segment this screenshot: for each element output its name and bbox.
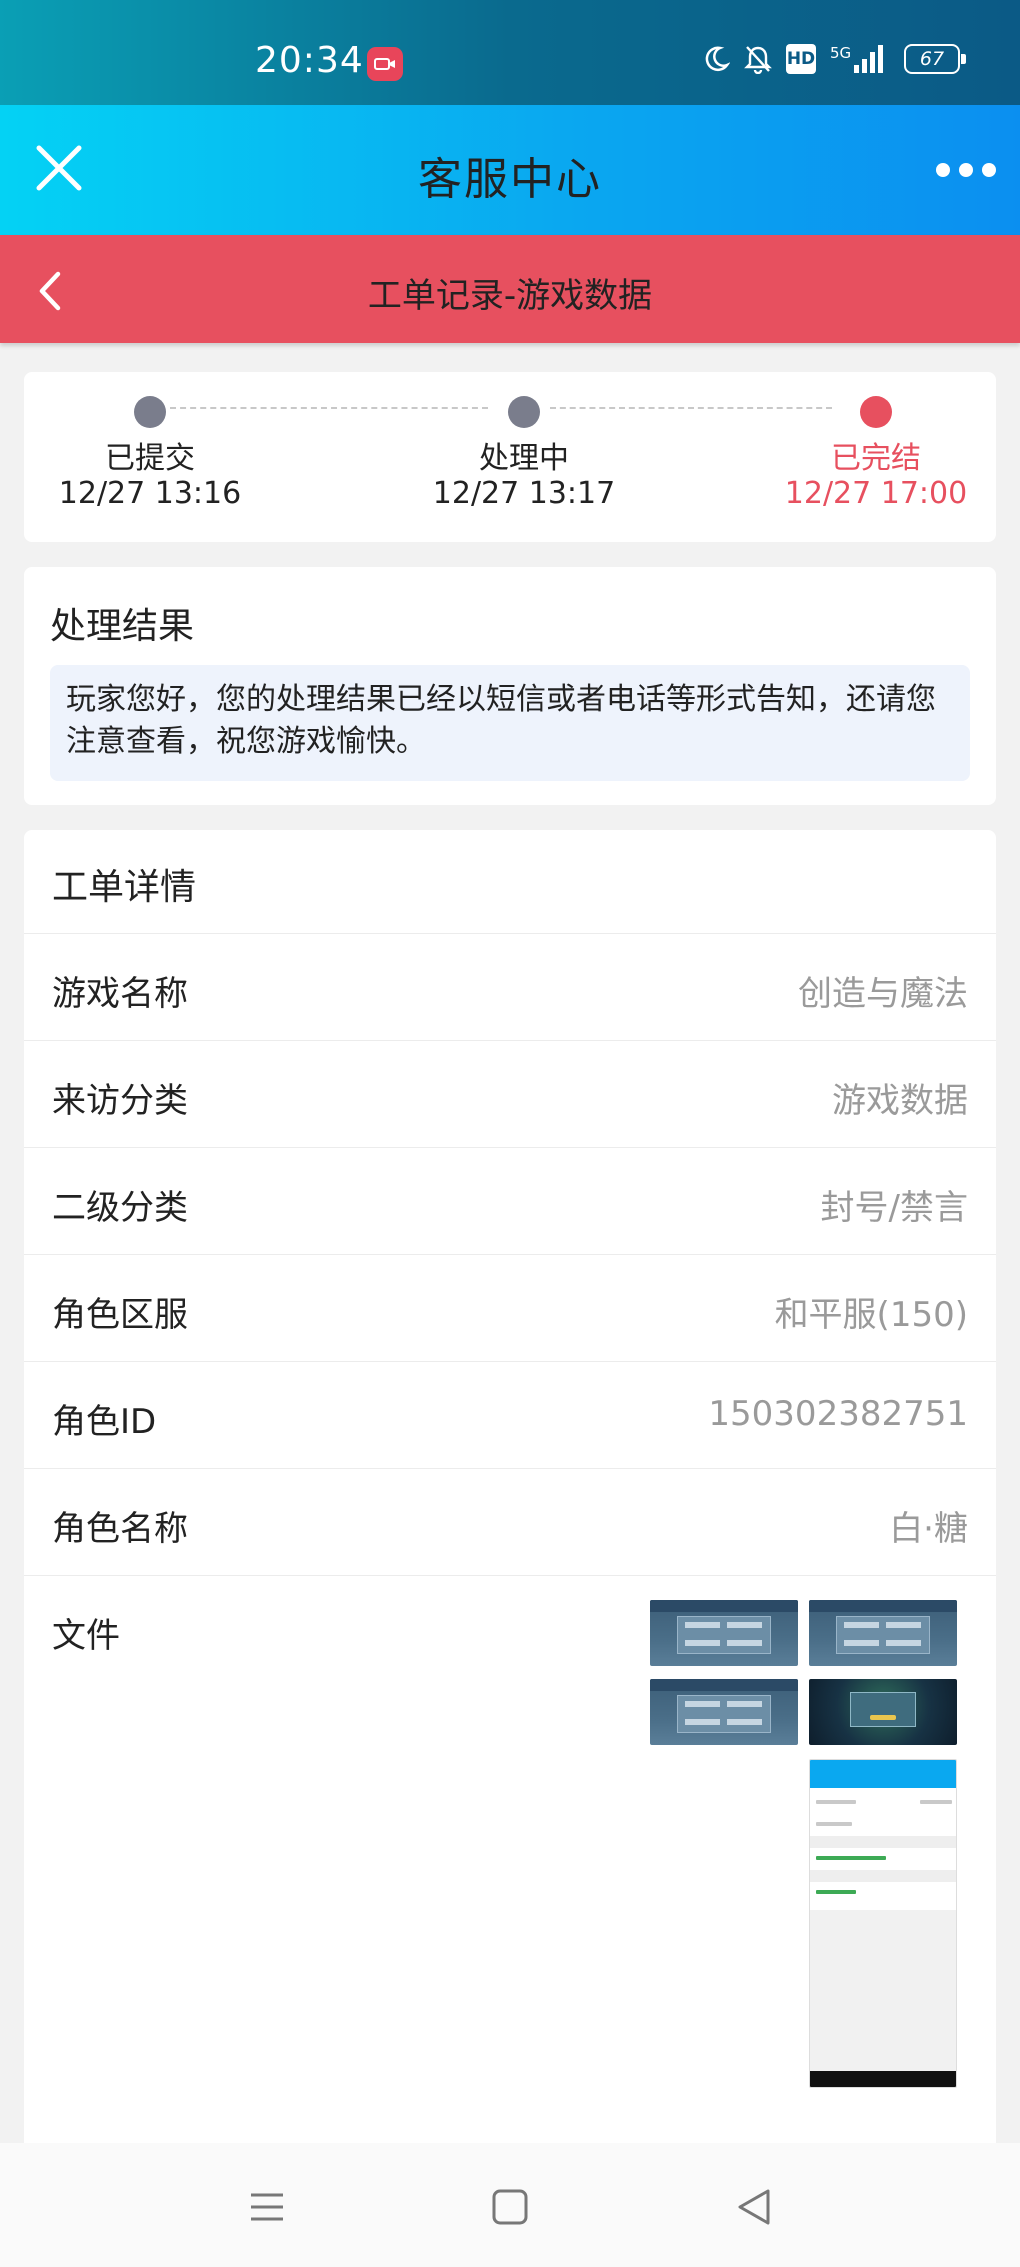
page-title: 客服中心 <box>418 154 602 205</box>
detail-key: 角色ID <box>52 1402 157 1442</box>
status-icons: HD 5G 67 <box>704 44 966 74</box>
file-thumbnail[interactable] <box>809 1600 957 1666</box>
detail-key: 来访分类 <box>52 1081 188 1121</box>
signal-5g-icon: 5G <box>830 44 890 74</box>
progress-card: 已提交 12/27 13:16 处理中 12/27 13:17 已完结 12/2… <box>24 372 996 542</box>
detail-value: 游戏数据 <box>832 1081 968 1121</box>
step-dot <box>860 396 892 428</box>
detail-title: 工单详情 <box>52 867 197 908</box>
step-dot <box>134 396 166 428</box>
result-title: 处理结果 <box>50 606 195 647</box>
progress-step-completed: 已完结 12/27 17:00 <box>756 396 996 512</box>
detail-key: 文件 <box>52 1616 120 1656</box>
battery-icon: 67 <box>904 44 966 74</box>
detail-key: 二级分类 <box>52 1188 188 1228</box>
detail-value: 和平服(150) <box>774 1295 968 1335</box>
file-thumbnail[interactable] <box>650 1679 798 1745</box>
file-thumbnail[interactable] <box>650 1600 798 1666</box>
detail-key: 角色名称 <box>52 1509 188 1549</box>
detail-key: 角色区服 <box>52 1295 188 1335</box>
back-icon[interactable] <box>732 2185 776 2229</box>
step-label: 已提交 <box>105 441 195 476</box>
detail-value: 150302382751 <box>708 1394 968 1434</box>
detail-key: 游戏名称 <box>52 974 188 1014</box>
home-icon[interactable] <box>488 2185 532 2229</box>
file-thumbnail[interactable] <box>809 1759 957 2088</box>
step-dot <box>508 396 540 428</box>
detail-row-game-name: 游戏名称 创造与魔法 <box>24 933 996 1040</box>
step-time: 12/27 13:16 <box>58 476 242 511</box>
bell-mute-icon <box>744 44 772 74</box>
status-bar: 20:34 HD 5G 67 <box>0 0 1020 105</box>
progress-step-processing: 处理中 12/27 13:17 <box>404 396 644 512</box>
network-label: 5G <box>830 44 851 62</box>
detail-row-role-id: 角色ID 150302382751 <box>24 1361 996 1468</box>
more-dot <box>936 163 950 177</box>
step-time: 12/27 13:17 <box>432 476 616 511</box>
menu-icon[interactable] <box>245 2185 289 2229</box>
progress-step-submitted: 已提交 12/27 13:16 <box>30 396 270 512</box>
step-time: 12/27 17:00 <box>784 476 968 511</box>
hd-icon: HD <box>786 44 816 74</box>
step-label: 已完结 <box>831 441 921 476</box>
file-thumbnail[interactable] <box>809 1679 957 1745</box>
battery-level: 67 <box>919 48 945 70</box>
moon-icon <box>704 44 730 74</box>
detail-card: 工单详情 游戏名称 创造与魔法 来访分类 游戏数据 二级分类 封号/禁言 角色区… <box>24 830 996 2150</box>
status-time: 20:34 <box>255 40 364 81</box>
more-dot <box>959 163 973 177</box>
detail-row-role-name: 角色名称 白·糖 <box>24 1468 996 1575</box>
more-icon[interactable] <box>936 160 996 180</box>
detail-value: 创造与魔法 <box>798 974 968 1014</box>
detail-value: 白·糖 <box>889 1509 968 1549</box>
detail-row-server: 角色区服 和平服(150) <box>24 1254 996 1361</box>
detail-row-files: 文件 <box>24 1575 996 2145</box>
sub-header-title: 工单记录-游戏数据 <box>367 276 653 316</box>
more-dot <box>982 163 996 177</box>
step-label: 处理中 <box>479 441 569 476</box>
detail-value: 封号/禁言 <box>820 1188 968 1228</box>
result-message: 玩家您好，您的处理结果已经以短信或者电话等形式告知，还请您注意查看，祝您游戏愉快… <box>50 665 970 781</box>
detail-row-category: 来访分类 游戏数据 <box>24 1040 996 1147</box>
detail-row-subcategory: 二级分类 封号/禁言 <box>24 1147 996 1254</box>
screen-record-icon <box>367 47 403 81</box>
result-card: 处理结果 玩家您好，您的处理结果已经以短信或者电话等形式告知，还请您注意查看，祝… <box>24 567 996 805</box>
